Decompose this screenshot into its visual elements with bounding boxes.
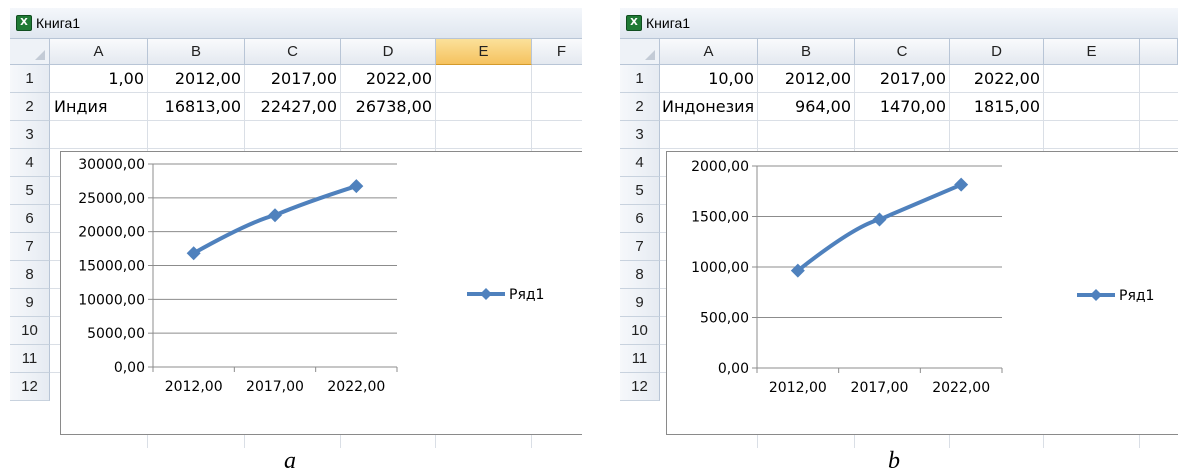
x-tick-label: 2017,00 xyxy=(246,379,304,395)
worksheet-grid[interactable]: A B C D E F 1 2 3 4 5 6 7 8 9 10 11 12 1… xyxy=(10,39,582,448)
x-tick-label: 2022,00 xyxy=(327,379,385,395)
y-tick-label: 20000,00 xyxy=(78,225,145,241)
y-tick-label: 500,00 xyxy=(700,311,749,327)
y-tick-label: 1500,00 xyxy=(691,210,749,226)
row-header[interactable]: 9 xyxy=(10,289,50,317)
legend-marker xyxy=(480,288,492,300)
select-all-corner[interactable] xyxy=(620,39,660,65)
row-header[interactable]: 9 xyxy=(620,289,660,317)
row-header[interactable]: 7 xyxy=(620,233,660,261)
column-header[interactable]: A xyxy=(660,39,758,65)
column-header-blank[interactable] xyxy=(1140,39,1178,65)
row-header[interactable]: 3 xyxy=(620,121,660,149)
y-tick-label: 0,00 xyxy=(114,360,145,376)
cell-B1[interactable]: 2012,00 xyxy=(757,65,855,93)
row-header[interactable]: 8 xyxy=(620,261,660,289)
column-header-active[interactable]: E xyxy=(436,39,532,65)
cell-C1[interactable]: 2017,00 xyxy=(244,65,341,93)
data-point-marker xyxy=(872,212,887,227)
legend-label: Ряд1 xyxy=(1119,288,1154,304)
chart-svg: 0,00 5000,00 10000,00 15000,00 20000,00 25000… xyxy=(78,157,544,395)
cell-D1[interactable]: 2022,00 xyxy=(949,65,1044,93)
y-tick-label: 0,00 xyxy=(718,361,749,377)
y-tick-label: 25000,00 xyxy=(78,191,145,207)
x-tick-label: 2017,00 xyxy=(851,380,909,396)
cell-A2[interactable]: Индонезия xyxy=(660,93,758,121)
legend-marker xyxy=(1090,289,1102,301)
y-tick-label: 1000,00 xyxy=(691,260,749,276)
row-header[interactable]: 2 xyxy=(620,93,660,121)
excel-icon: X xyxy=(626,15,642,31)
cell-C2[interactable]: 1470,00 xyxy=(854,93,950,121)
cell-D2[interactable]: 1815,00 xyxy=(949,93,1044,121)
window-title: Книга1 xyxy=(646,15,691,31)
row-header[interactable]: 2 xyxy=(10,93,50,121)
row-header[interactable]: 11 xyxy=(620,345,660,373)
data-point-marker xyxy=(268,208,282,223)
y-tick-label: 2000,00 xyxy=(691,159,749,175)
row-header[interactable]: 6 xyxy=(10,205,50,233)
title-bar: X Книга1 xyxy=(10,8,582,39)
cell-A2[interactable]: Индия xyxy=(50,93,148,121)
row-header[interactable]: 4 xyxy=(10,149,50,177)
chart-svg: 0,00 500,00 1000,00 1500,00 2000,00 2012,00 20… xyxy=(691,159,1154,396)
title-bar: X Книга1 xyxy=(620,8,1178,39)
column-header[interactable]: F xyxy=(532,39,582,65)
row-header[interactable]: 12 xyxy=(620,373,660,401)
row-header[interactable]: 11 xyxy=(10,345,50,373)
row-header[interactable]: 6 xyxy=(620,205,660,233)
cell-C1[interactable]: 2017,00 xyxy=(854,65,950,93)
window-title: Книга1 xyxy=(36,15,81,31)
cell-A1[interactable]: 10,00 xyxy=(660,65,758,93)
y-tick-label: 10000,00 xyxy=(78,292,145,308)
row-header[interactable]: 5 xyxy=(10,177,50,205)
row-header[interactable]: 1 xyxy=(620,65,660,93)
x-tick-label: 2022,00 xyxy=(932,380,990,396)
select-all-corner[interactable] xyxy=(10,39,50,65)
spreadsheet-window-b: X Книга1 A B C D E 1 2 3 4 5 6 7 8 9 10 … xyxy=(620,8,1178,448)
spreadsheet-window-a: X Книга1 A B C D E F 1 2 3 4 5 6 7 8 9 1… xyxy=(10,8,582,448)
row-header[interactable]: 12 xyxy=(10,373,50,401)
row-header[interactable]: 5 xyxy=(620,177,660,205)
legend-label: Ряд1 xyxy=(509,287,544,303)
row-header[interactable]: 7 xyxy=(10,233,50,261)
cell-B1[interactable]: 2012,00 xyxy=(147,65,245,93)
figure-caption: b xyxy=(888,448,900,474)
column-header[interactable]: C xyxy=(245,39,341,65)
y-tick-label: 30000,00 xyxy=(78,157,145,173)
excel-icon: X xyxy=(16,15,32,31)
row-header[interactable]: 1 xyxy=(10,65,50,93)
data-point-marker xyxy=(349,179,364,194)
line-chart[interactable]: 0,00 500,00 1000,00 1500,00 2000,00 2012,00 20… xyxy=(666,151,1178,435)
row-header[interactable]: 8 xyxy=(10,261,50,289)
worksheet-grid[interactable]: A B C D E 1 2 3 4 5 6 7 8 9 10 11 12 10,… xyxy=(620,39,1178,448)
column-header[interactable]: B xyxy=(148,39,245,65)
figure-caption: a xyxy=(284,448,296,474)
y-tick-label: 5000,00 xyxy=(87,326,145,342)
column-header[interactable]: E xyxy=(1044,39,1140,65)
column-header[interactable]: B xyxy=(758,39,855,65)
row-header[interactable]: 4 xyxy=(620,149,660,177)
line-chart[interactable]: 0,00 5000,00 10000,00 15000,00 20000,00 25000… xyxy=(60,151,582,435)
column-header[interactable]: A xyxy=(50,39,148,65)
cell-D1[interactable]: 2022,00 xyxy=(340,65,436,93)
x-tick-label: 2012,00 xyxy=(769,380,827,396)
row-header[interactable]: 10 xyxy=(620,317,660,345)
column-header[interactable]: D xyxy=(341,39,436,65)
column-header[interactable]: D xyxy=(950,39,1044,65)
series-line xyxy=(795,182,964,273)
column-header[interactable]: C xyxy=(855,39,950,65)
x-tick-label: 2012,00 xyxy=(165,379,223,395)
cell-B2[interactable]: 964,00 xyxy=(757,93,855,121)
cell-A1[interactable]: 1,00 xyxy=(50,65,148,93)
cell-D2[interactable]: 26738,00 xyxy=(340,93,436,121)
cell-B2[interactable]: 16813,00 xyxy=(147,93,245,121)
data-point-marker xyxy=(954,177,969,192)
row-header[interactable]: 3 xyxy=(10,121,50,149)
row-header[interactable]: 10 xyxy=(10,317,50,345)
cell-C2[interactable]: 22427,00 xyxy=(244,93,341,121)
y-tick-label: 15000,00 xyxy=(78,259,145,275)
